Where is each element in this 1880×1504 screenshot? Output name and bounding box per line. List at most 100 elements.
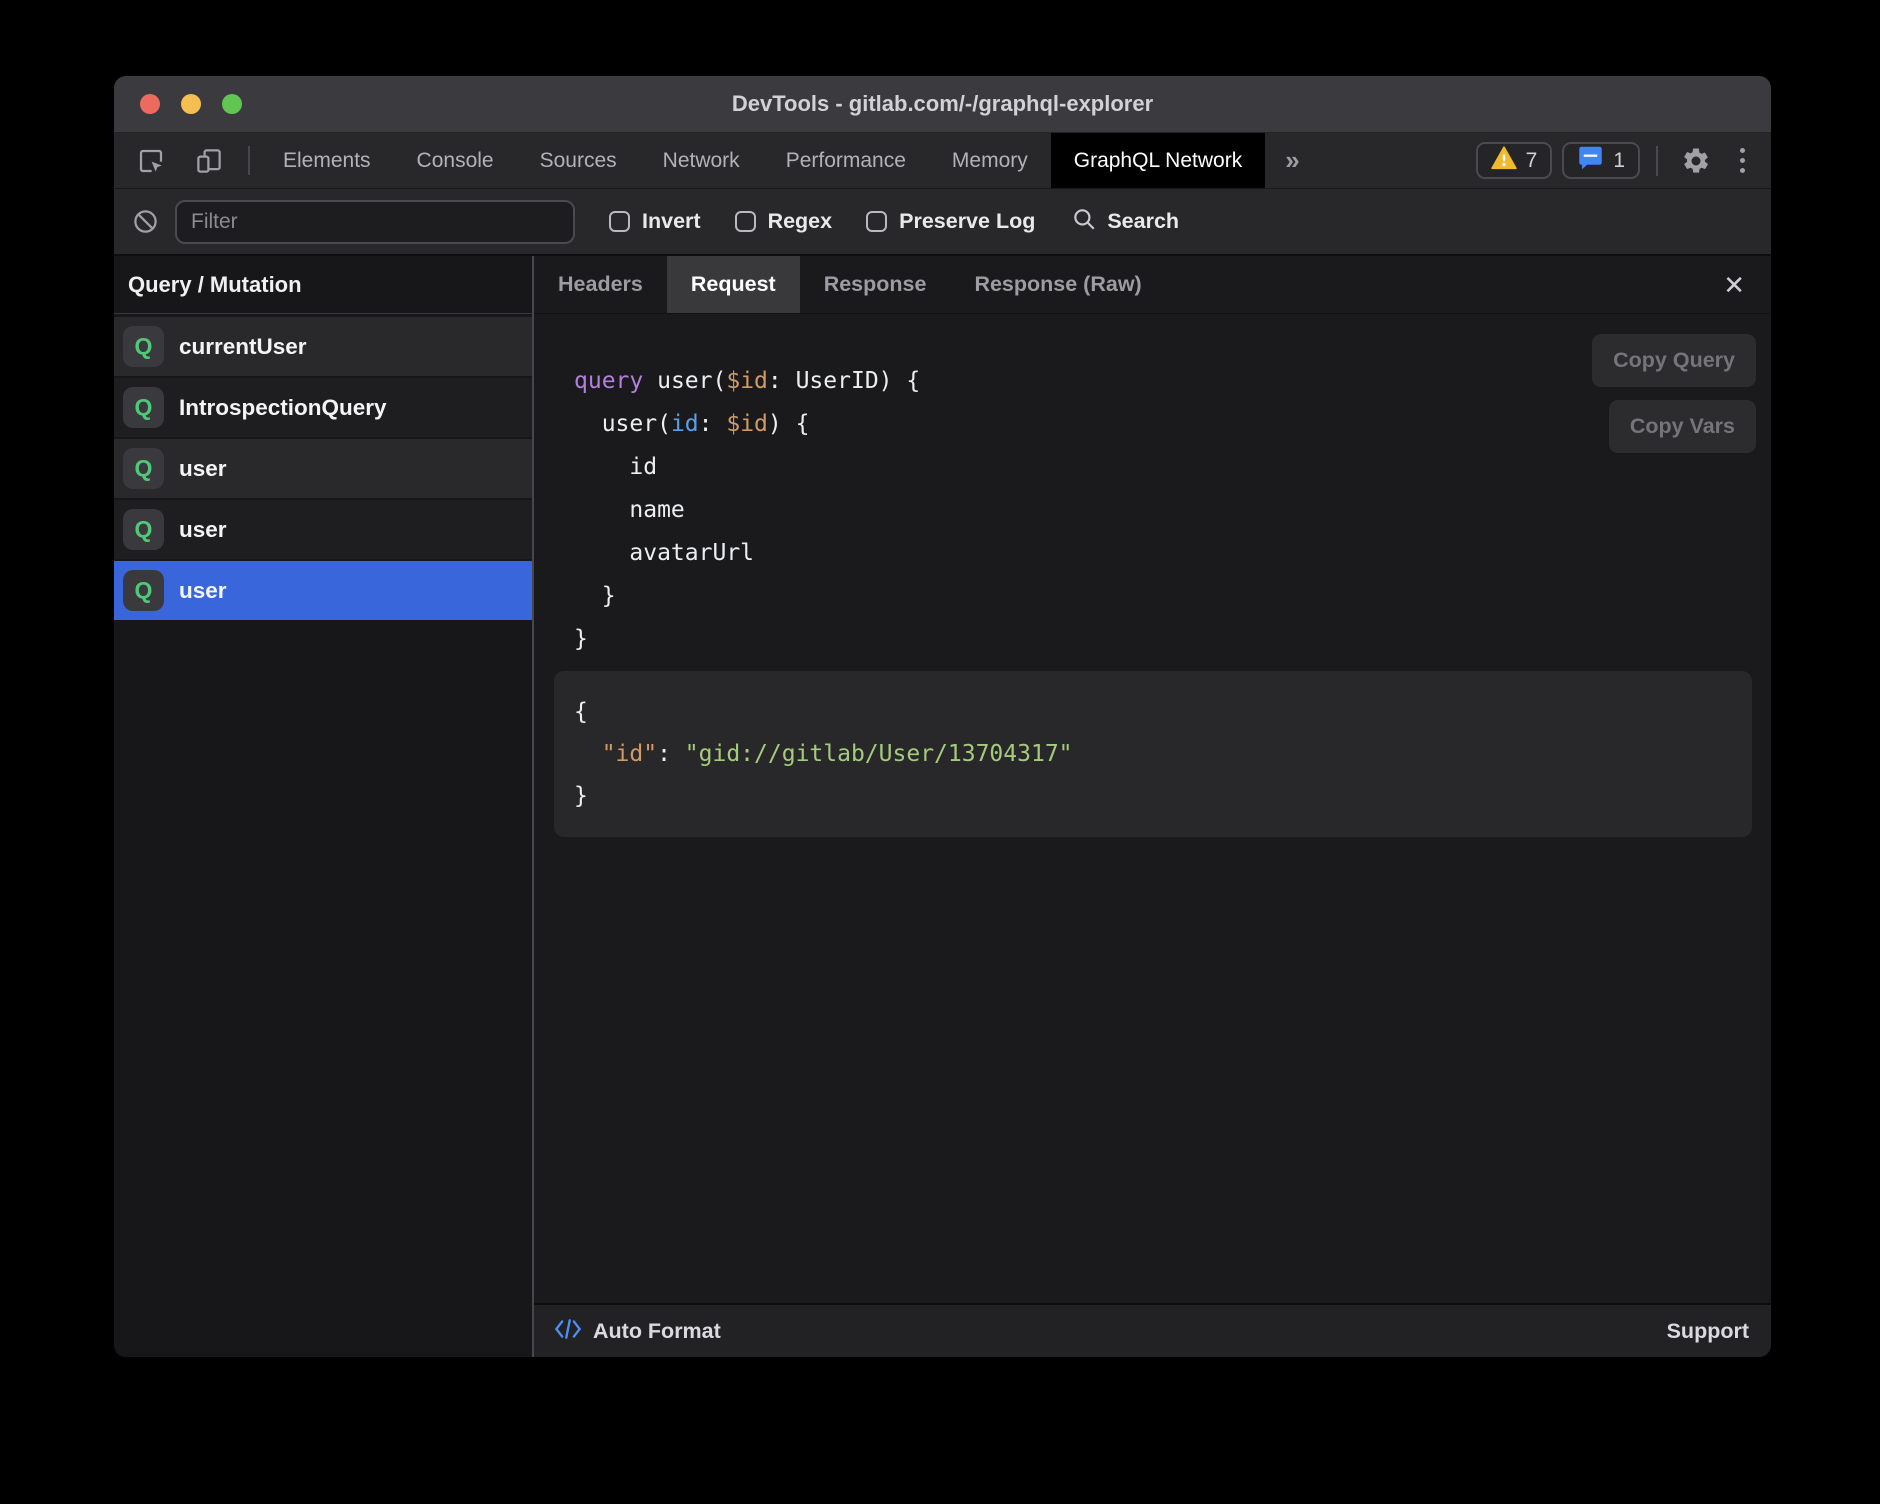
code-token: : <box>699 411 727 437</box>
code-token: user( <box>574 411 671 437</box>
device-toolbar-icon[interactable] <box>180 133 238 188</box>
message-icon <box>1577 146 1604 176</box>
tab-headers[interactable]: Headers <box>534 256 667 313</box>
tab-response-raw[interactable]: Response (Raw) <box>950 256 1165 313</box>
query-name-label: user <box>179 456 227 482</box>
window-title: DevTools - gitlab.com/-/graphql-explorer <box>732 91 1153 117</box>
detail-tab-bar: Headers Request Response Response (Raw) … <box>534 256 1771 314</box>
support-link[interactable]: Support <box>1667 1319 1771 1344</box>
minimize-window-button[interactable] <box>181 94 201 114</box>
preserve-log-toggle[interactable]: Preserve Log <box>866 209 1035 234</box>
search-label: Search <box>1107 209 1179 234</box>
code-line: "id": "gid://gitlab/User/13704317" <box>574 733 1752 775</box>
query-list: Q currentUser Q IntrospectionQuery Q use… <box>114 314 532 622</box>
query-list-item-user-3-selected[interactable]: Q user <box>114 561 532 620</box>
query-list-item-introspectionquery[interactable]: Q IntrospectionQuery <box>114 378 532 437</box>
code-line: avatarUrl <box>574 532 1771 575</box>
code-token: { <box>574 699 588 725</box>
invert-filter-toggle[interactable]: Invert <box>609 209 701 234</box>
regex-label: Regex <box>768 209 833 234</box>
tab-console[interactable]: Console <box>394 133 517 188</box>
query-type-badge: Q <box>123 509 164 550</box>
auto-format-button[interactable]: Auto Format <box>534 1317 721 1346</box>
query-name-label: user <box>179 517 227 543</box>
code-token: user( <box>643 368 726 394</box>
code-token: } <box>574 783 588 809</box>
warnings-badge[interactable]: 7 <box>1476 142 1553 179</box>
code-token: $id <box>726 411 768 437</box>
invert-checkbox[interactable] <box>609 211 630 232</box>
query-list-item-user-2[interactable]: Q user <box>114 500 532 559</box>
tab-network[interactable]: Network <box>640 133 763 188</box>
query-list-item-currentuser[interactable]: Q currentUser <box>114 317 532 376</box>
code-line: } <box>574 575 1771 618</box>
more-tabs-icon[interactable]: » <box>1265 133 1319 188</box>
zoom-window-button[interactable] <box>222 94 242 114</box>
query-name-label: IntrospectionQuery <box>179 395 387 421</box>
tab-sources[interactable]: Sources <box>517 133 640 188</box>
toolbar-divider <box>248 146 250 175</box>
query-type-badge: Q <box>123 387 164 428</box>
invert-label: Invert <box>642 209 701 234</box>
copy-query-button[interactable]: Copy Query <box>1592 334 1756 387</box>
search-button[interactable]: Search <box>1071 206 1179 237</box>
code-token: name <box>574 497 685 523</box>
code-token: id <box>671 411 699 437</box>
query-sidebar: Query / Mutation Q currentUser Q Introsp… <box>114 256 534 1357</box>
detail-panel: Headers Request Response Response (Raw) … <box>534 256 1771 1357</box>
query-variables-box: { "id": "gid://gitlab/User/13704317" } <box>554 671 1752 837</box>
copy-buttons: Copy Query Copy Vars <box>1592 334 1756 453</box>
settings-gear-icon[interactable] <box>1674 146 1718 176</box>
issues-count: 1 <box>1613 149 1625 173</box>
regex-filter-toggle[interactable]: Regex <box>735 209 833 234</box>
code-token: avatarUrl <box>574 540 754 566</box>
title-bar: DevTools - gitlab.com/-/graphql-explorer <box>114 76 1771 133</box>
tab-bar-right-controls: 7 1 <box>1476 133 1771 188</box>
code-token <box>574 741 602 767</box>
traffic-lights <box>140 76 242 132</box>
code-line: { <box>574 691 1752 733</box>
query-name-label: currentUser <box>179 334 307 360</box>
code-token: } <box>574 626 588 652</box>
code-token: $id <box>726 368 768 394</box>
code-token: : <box>657 741 685 767</box>
tab-performance[interactable]: Performance <box>763 133 929 188</box>
tab-graphql-network[interactable]: GraphQL Network <box>1051 133 1265 188</box>
auto-format-label: Auto Format <box>593 1319 721 1344</box>
devtools-window: DevTools - gitlab.com/-/graphql-explorer… <box>114 76 1771 1357</box>
search-icon <box>1071 206 1097 237</box>
devtools-tab-bar: Elements Console Sources Network Perform… <box>114 133 1771 189</box>
warning-icon <box>1491 146 1517 175</box>
code-token: "gid://gitlab/User/13704317" <box>685 741 1073 767</box>
status-bar: Auto Format Support <box>534 1303 1771 1357</box>
request-panel-body: Copy Query Copy Vars query user($id: Use… <box>534 314 1771 1303</box>
issues-badge[interactable]: 1 <box>1562 142 1640 179</box>
clear-icon[interactable] <box>132 208 159 235</box>
tab-response[interactable]: Response <box>800 256 951 313</box>
support-label: Support <box>1667 1319 1749 1343</box>
filter-input[interactable] <box>175 200 575 244</box>
inspect-element-icon[interactable] <box>122 133 180 188</box>
warning-count: 7 <box>1526 149 1538 173</box>
controls-divider <box>1656 146 1658 176</box>
code-token: ) { <box>768 411 810 437</box>
tab-request[interactable]: Request <box>667 256 800 313</box>
tab-elements[interactable]: Elements <box>260 133 394 188</box>
close-icon[interactable]: ✕ <box>1723 272 1745 298</box>
copy-vars-button[interactable]: Copy Vars <box>1609 400 1756 453</box>
query-name-label: user <box>179 578 227 604</box>
preserve-log-label: Preserve Log <box>899 209 1035 234</box>
tab-memory[interactable]: Memory <box>929 133 1051 188</box>
close-window-button[interactable] <box>140 94 160 114</box>
code-line: name <box>574 489 1771 532</box>
regex-checkbox[interactable] <box>735 211 756 232</box>
code-token: query <box>574 368 643 394</box>
more-options-menu-icon[interactable] <box>1728 148 1757 173</box>
query-type-badge: Q <box>123 570 164 611</box>
query-type-badge: Q <box>123 448 164 489</box>
query-list-item-user-1[interactable]: Q user <box>114 439 532 498</box>
code-brackets-icon <box>554 1317 582 1346</box>
preserve-log-checkbox[interactable] <box>866 211 887 232</box>
main-split: Query / Mutation Q currentUser Q Introsp… <box>114 256 1771 1357</box>
network-filter-toolbar: Invert Regex Preserve Log Search <box>114 189 1771 256</box>
